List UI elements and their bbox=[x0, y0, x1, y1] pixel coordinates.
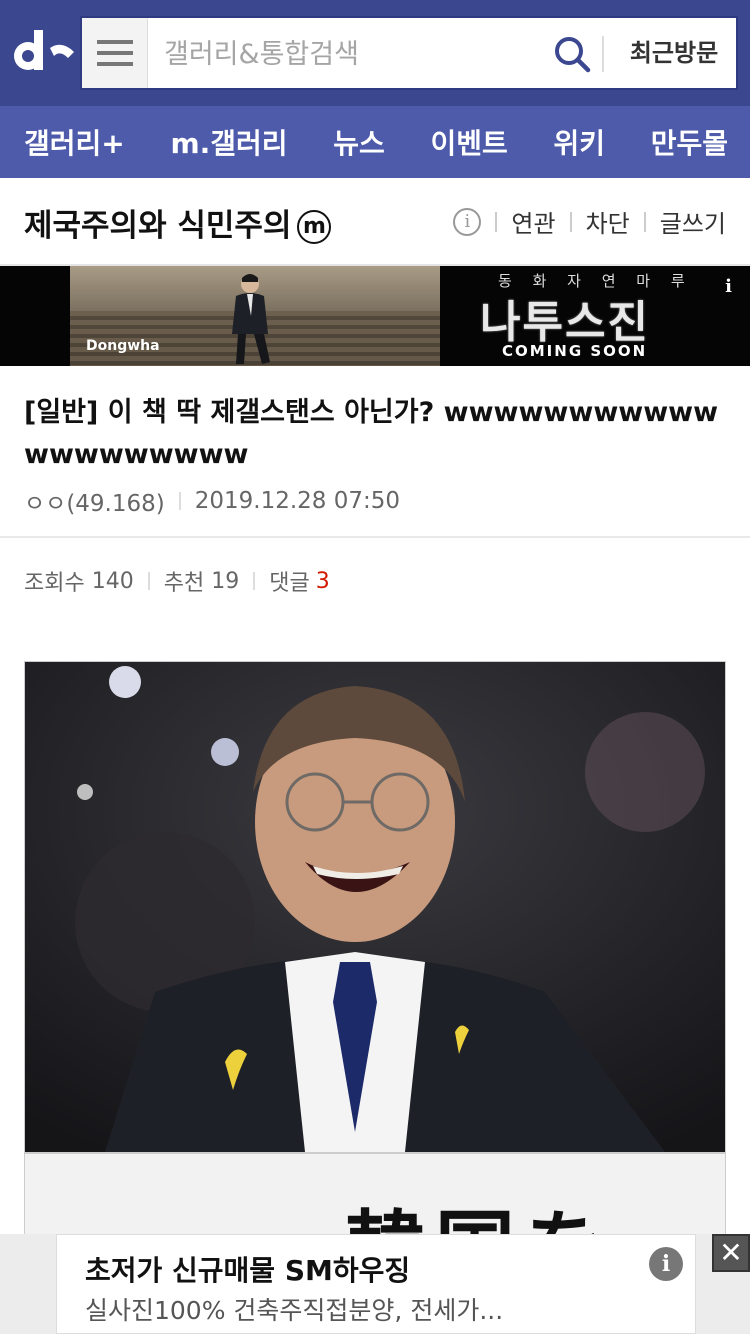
main-nav: 갤러리+ m.갤러리 뉴스 이벤트 위키 만두몰 bbox=[0, 106, 750, 178]
search-icon[interactable] bbox=[552, 34, 592, 74]
divider bbox=[178, 492, 181, 510]
bottom-ad-info-icon[interactable]: i bbox=[649, 1247, 683, 1281]
post-meta: ㅇㅇ(49.168) 2019.12.28 07:50 bbox=[24, 484, 400, 518]
write-button[interactable]: 글쓰기 bbox=[660, 204, 726, 239]
divider bbox=[643, 211, 646, 232]
post-author[interactable]: ㅇㅇ(49.168) bbox=[24, 484, 165, 518]
ad-model-figure bbox=[232, 274, 270, 364]
nav-item-news[interactable]: 뉴스 bbox=[333, 122, 385, 162]
post-title: [일반] 이 책 딱 제갤스탠스 아닌가? wwwwwwwwwwwwwwwwww… bbox=[24, 397, 719, 470]
gallery-title-bar: 제국주의와 식민주의 m i 연관 차단 글쓰기 bbox=[0, 178, 750, 266]
nav-item-m-gallery[interactable]: m.갤러리 bbox=[170, 122, 287, 162]
search-box: 최근방문 bbox=[80, 16, 738, 90]
divider bbox=[569, 211, 572, 232]
bottom-ad-title: 초저가 신규매물 SM하우징 bbox=[85, 1254, 411, 1287]
ad-info-icon[interactable]: i bbox=[725, 276, 732, 297]
ad-tagline: COMING SOON bbox=[502, 342, 648, 360]
views-label: 조회수 bbox=[24, 571, 85, 596]
nav-item-mandumall[interactable]: 만두몰 bbox=[651, 122, 728, 162]
divider bbox=[147, 572, 150, 590]
comments-label[interactable]: 댓글 bbox=[269, 565, 309, 597]
info-icon[interactable]: i bbox=[453, 207, 482, 236]
block-button[interactable]: 차단 bbox=[586, 204, 630, 239]
comments-count[interactable]: 3 bbox=[316, 569, 330, 594]
divider bbox=[602, 36, 604, 72]
ad-brand: Dongwha bbox=[86, 338, 160, 354]
divider bbox=[0, 536, 750, 538]
nav-item-wiki[interactable]: 위키 bbox=[553, 122, 605, 162]
bottom-ad: 초저가 신규매물 SM하우징 실사진100% 건축주직접분양, 전세가... i… bbox=[0, 1234, 750, 1334]
top-header: 최근방문 bbox=[0, 0, 750, 106]
nav-item-gallery-plus[interactable]: 갤러리+ bbox=[24, 122, 125, 162]
minor-gallery-badge: m bbox=[297, 210, 332, 244]
dc-logo-icon[interactable] bbox=[10, 26, 76, 82]
gallery-title-text: 제국주의와 식민주의 bbox=[24, 208, 292, 244]
search-input[interactable] bbox=[164, 32, 544, 76]
post-photo bbox=[25, 662, 725, 1152]
post-stats: 조회수 140 추천 19 댓글 3 bbox=[24, 565, 330, 597]
hamburger-menu-icon[interactable] bbox=[82, 18, 148, 88]
bottom-ad-card[interactable]: 초저가 신규매물 SM하우징 실사진100% 건축주직접분양, 전세가... i bbox=[56, 1234, 696, 1334]
recent-visits-button[interactable]: 최근방문 bbox=[612, 18, 736, 88]
related-button[interactable]: 연관 bbox=[511, 204, 555, 239]
ad-banner[interactable]: Dongwha 동 화 자 연 마 루 나투스진 COMING SOON i bbox=[0, 266, 750, 366]
post-image[interactable]: 韓国を bbox=[24, 661, 726, 1251]
post-datetime: 2019.12.28 07:50 bbox=[194, 488, 401, 514]
views-count: 140 bbox=[91, 568, 134, 594]
recommend-count: 19 bbox=[211, 568, 240, 594]
nav-item-event[interactable]: 이벤트 bbox=[430, 122, 507, 162]
gallery-title[interactable]: 제국주의와 식민주의 m bbox=[24, 200, 332, 245]
ad-title: 나투스진 bbox=[480, 297, 650, 348]
gallery-actions: i 연관 차단 글쓰기 bbox=[453, 204, 726, 239]
close-icon[interactable]: ✕ bbox=[712, 1234, 750, 1272]
bottom-ad-description: 실사진100% 건축주직접분양, 전세가... bbox=[85, 1296, 504, 1325]
recommend-label: 추천 bbox=[163, 571, 205, 596]
divider bbox=[495, 211, 498, 232]
divider bbox=[253, 572, 256, 590]
